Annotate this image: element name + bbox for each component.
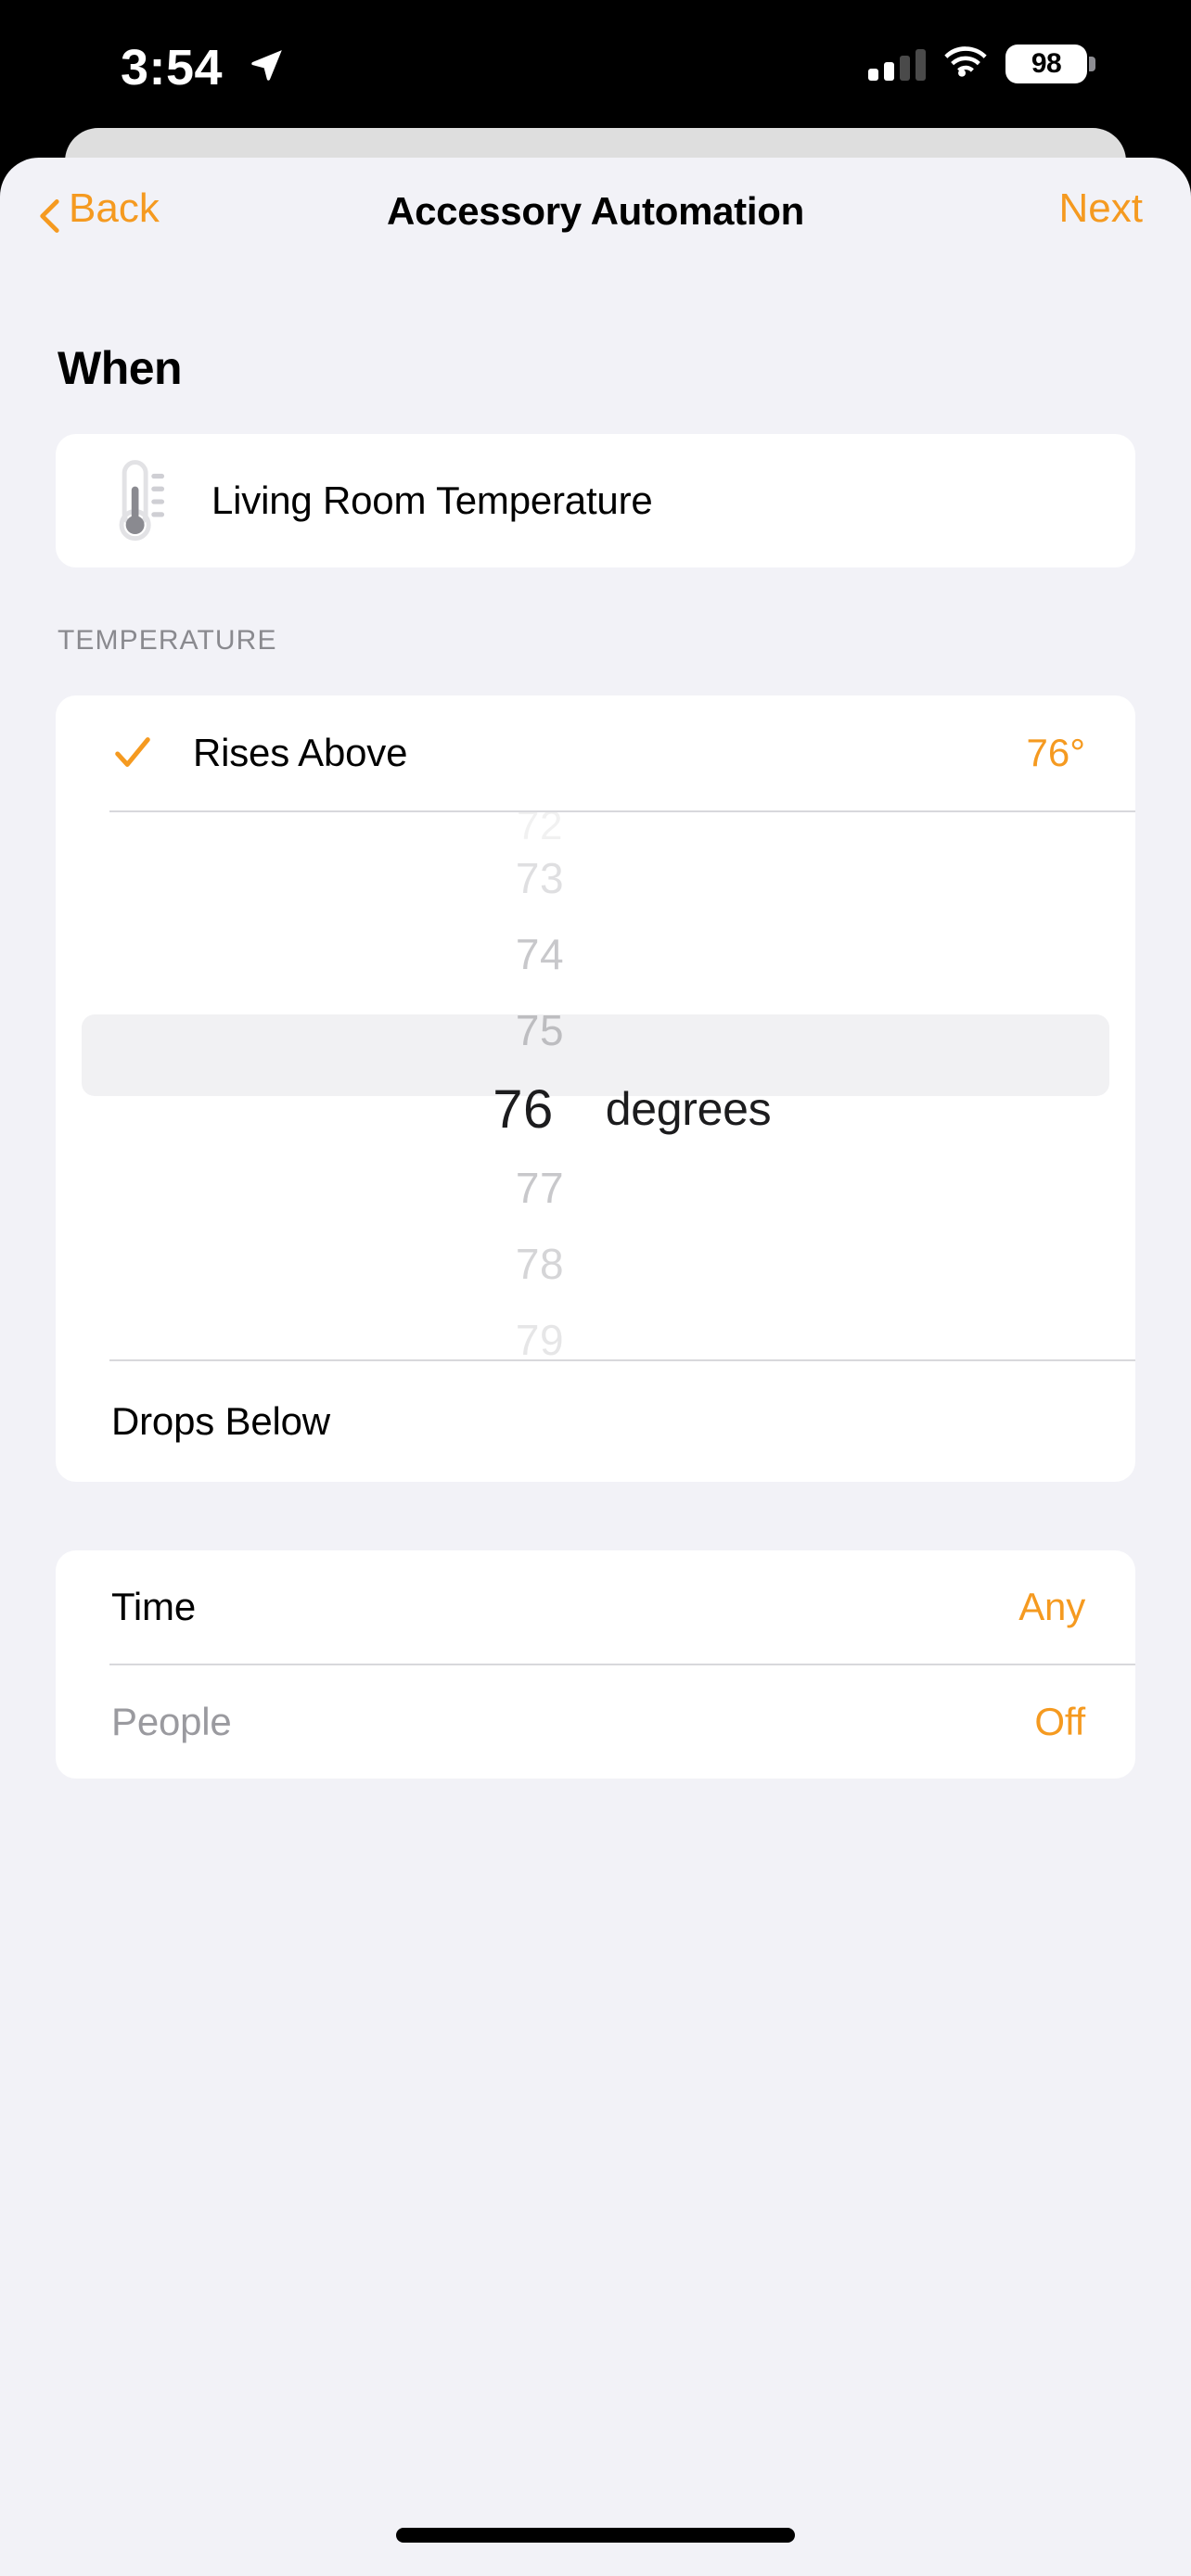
picker-option-value: 77 — [515, 1164, 565, 1212]
picker-option-selected[interactable]: 76 degrees — [56, 1068, 1135, 1150]
condition-rises-above-label: Rises Above — [193, 731, 408, 774]
phone-screen: 3:54 98 Back Accessory Automation Next W… — [0, 0, 1191, 2576]
when-heading: When — [58, 342, 183, 394]
accessory-name: Living Room Temperature — [211, 478, 653, 522]
picker-option[interactable]: 75 — [56, 992, 1135, 1068]
temperature-picker-wheel[interactable]: 72 73 74 75 76 degrees 77 78 79 — [56, 812, 1135, 1359]
battery-icon: 98 — [1005, 45, 1095, 83]
next-button[interactable]: Next — [1059, 185, 1143, 232]
condition-drops-below-row[interactable]: Drops Below — [56, 1361, 1135, 1482]
accessory-card: Living Room Temperature — [56, 434, 1135, 567]
picker-option[interactable]: 79 — [56, 1302, 1135, 1359]
time-row[interactable]: Time Any — [56, 1550, 1135, 1664]
temperature-condition-card: Rises Above 76° 72 73 74 75 76 degrees 7… — [56, 695, 1135, 1482]
people-value: Off — [1034, 1700, 1085, 1743]
home-indicator[interactable] — [396, 2528, 795, 2543]
picker-option[interactable]: 78 — [56, 1226, 1135, 1302]
condition-rises-above-row[interactable]: Rises Above 76° — [56, 695, 1135, 810]
time-value: Any — [1018, 1585, 1085, 1628]
picker-option[interactable]: 77 — [56, 1150, 1135, 1226]
location-arrow-icon — [249, 46, 286, 88]
picker-option[interactable]: 74 — [56, 916, 1135, 992]
picker-option-value: 75 — [515, 1006, 565, 1054]
conditions-card: Time Any People Off — [56, 1550, 1135, 1779]
picker-option-value: 79 — [515, 1316, 565, 1359]
time-label: Time — [111, 1585, 196, 1628]
picker-option[interactable]: 72 — [56, 812, 1135, 848]
picker-option-value: 74 — [515, 930, 565, 978]
condition-drops-below-label: Drops Below — [111, 1399, 330, 1443]
people-label: People — [111, 1700, 232, 1743]
accessory-row[interactable]: Living Room Temperature — [56, 434, 1135, 567]
picker-option-value: 78 — [515, 1240, 565, 1288]
status-bar: 3:54 98 — [0, 0, 1191, 139]
cellular-signal-icon — [868, 47, 926, 81]
thermometer-icon — [111, 458, 169, 543]
wifi-icon — [944, 45, 987, 83]
picker-option[interactable]: 73 — [56, 840, 1135, 916]
condition-rises-above-value: 76° — [1026, 731, 1085, 774]
checkmark-icon — [111, 732, 154, 774]
temperature-group-header: TEMPERATURE — [58, 625, 277, 656]
picker-option-value: 73 — [515, 854, 565, 902]
picker-unit-label: degrees — [605, 1083, 772, 1135]
battery-level: 98 — [1031, 48, 1062, 79]
status-bar-time: 3:54 — [121, 40, 224, 96]
people-row[interactable]: People Off — [56, 1665, 1135, 1779]
status-bar-indicators: 98 — [868, 45, 1095, 83]
navigation-bar: Back Accessory Automation Next — [0, 158, 1191, 269]
accessory-automation-sheet: Back Accessory Automation Next When Livi… — [0, 158, 1191, 2576]
page-title: Accessory Automation — [387, 189, 804, 233]
